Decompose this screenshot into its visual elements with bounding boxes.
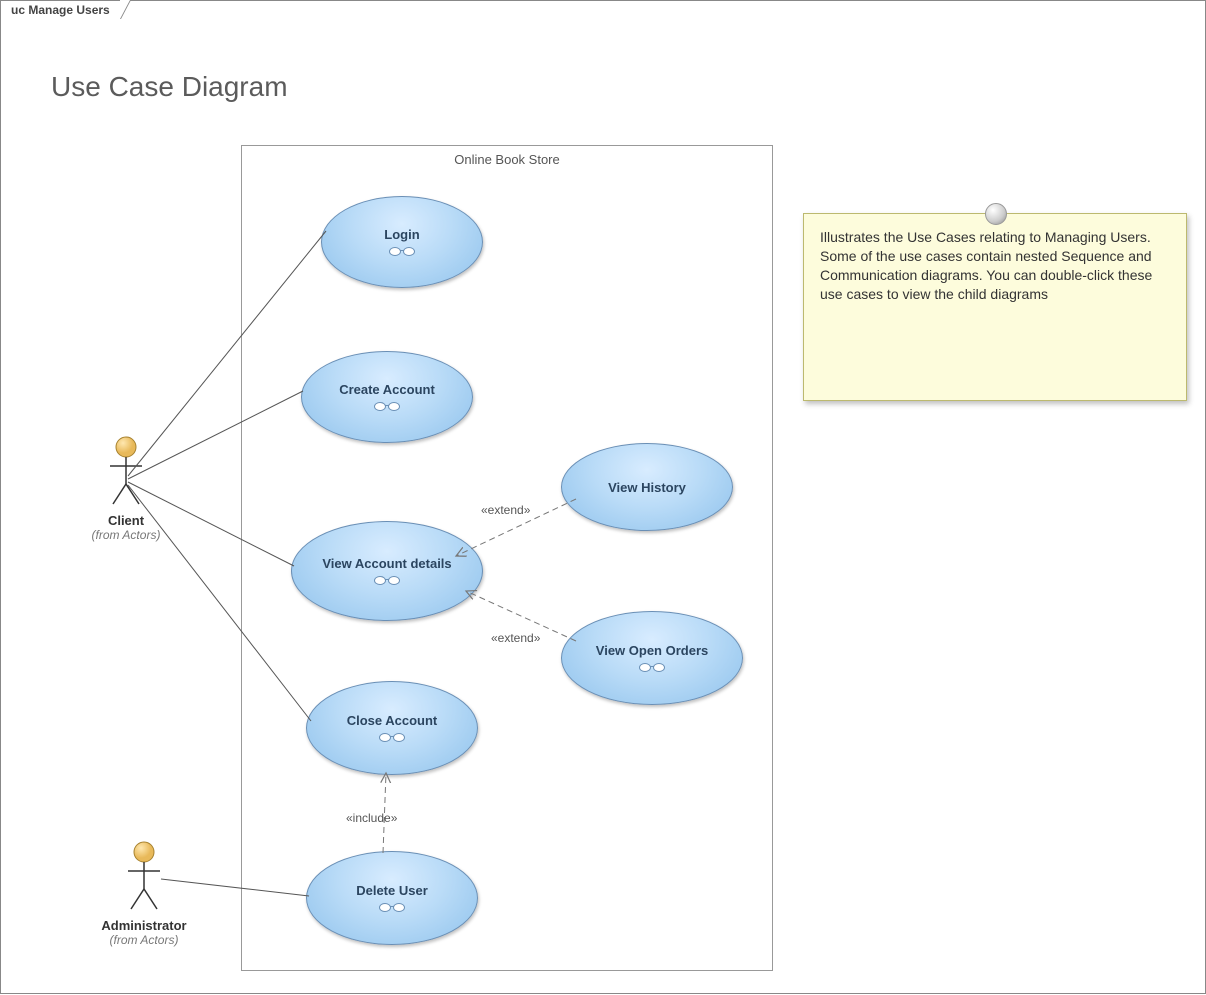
actor-from: (from Actors): [81, 528, 171, 542]
composite-icon: [379, 733, 405, 743]
actor-icon: [99, 841, 189, 914]
relationship-label: «extend»: [491, 631, 540, 645]
actor-admin[interactable]: Administrator(from Actors): [99, 841, 189, 947]
composite-icon: [389, 247, 415, 257]
usecase-login[interactable]: Login: [321, 196, 483, 288]
diagram-frame: uc Manage Users Use Case Diagram Online …: [0, 0, 1206, 994]
sticky-note-text: Illustrates the Use Cases relating to Ma…: [820, 229, 1152, 302]
usecase-view_details[interactable]: View Account details: [291, 521, 483, 621]
actor-name: Client: [81, 513, 171, 528]
actor-name: Administrator: [99, 918, 189, 933]
usecase-create[interactable]: Create Account: [301, 351, 473, 443]
composite-icon: [379, 903, 405, 913]
frame-tab: uc Manage Users: [0, 0, 121, 19]
actor-client[interactable]: Client(from Actors): [81, 436, 171, 542]
usecase-label: Create Account: [339, 382, 435, 397]
diagram-title: Use Case Diagram: [51, 71, 288, 103]
frame-tab-label: uc Manage Users: [11, 3, 110, 17]
usecase-view_history[interactable]: View History: [561, 443, 733, 531]
usecase-label: Delete User: [356, 883, 428, 898]
composite-icon: [374, 402, 400, 412]
actor-icon: [81, 436, 171, 509]
relationship-label: «include»: [346, 811, 397, 825]
pin-icon: [985, 203, 1007, 225]
composite-icon: [639, 663, 665, 673]
relationship-label: «extend»: [481, 503, 530, 517]
usecase-label: View Account details: [322, 556, 451, 571]
system-boundary-label: Online Book Store: [242, 152, 772, 167]
composite-icon: [374, 576, 400, 586]
usecase-label: Login: [384, 227, 419, 242]
sticky-note: Illustrates the Use Cases relating to Ma…: [803, 213, 1187, 401]
usecase-delete[interactable]: Delete User: [306, 851, 478, 945]
usecase-label: View History: [608, 480, 686, 495]
usecase-label: View Open Orders: [596, 643, 708, 658]
usecase-close[interactable]: Close Account: [306, 681, 478, 775]
usecase-view_orders[interactable]: View Open Orders: [561, 611, 743, 705]
usecase-label: Close Account: [347, 713, 438, 728]
actor-from: (from Actors): [99, 933, 189, 947]
